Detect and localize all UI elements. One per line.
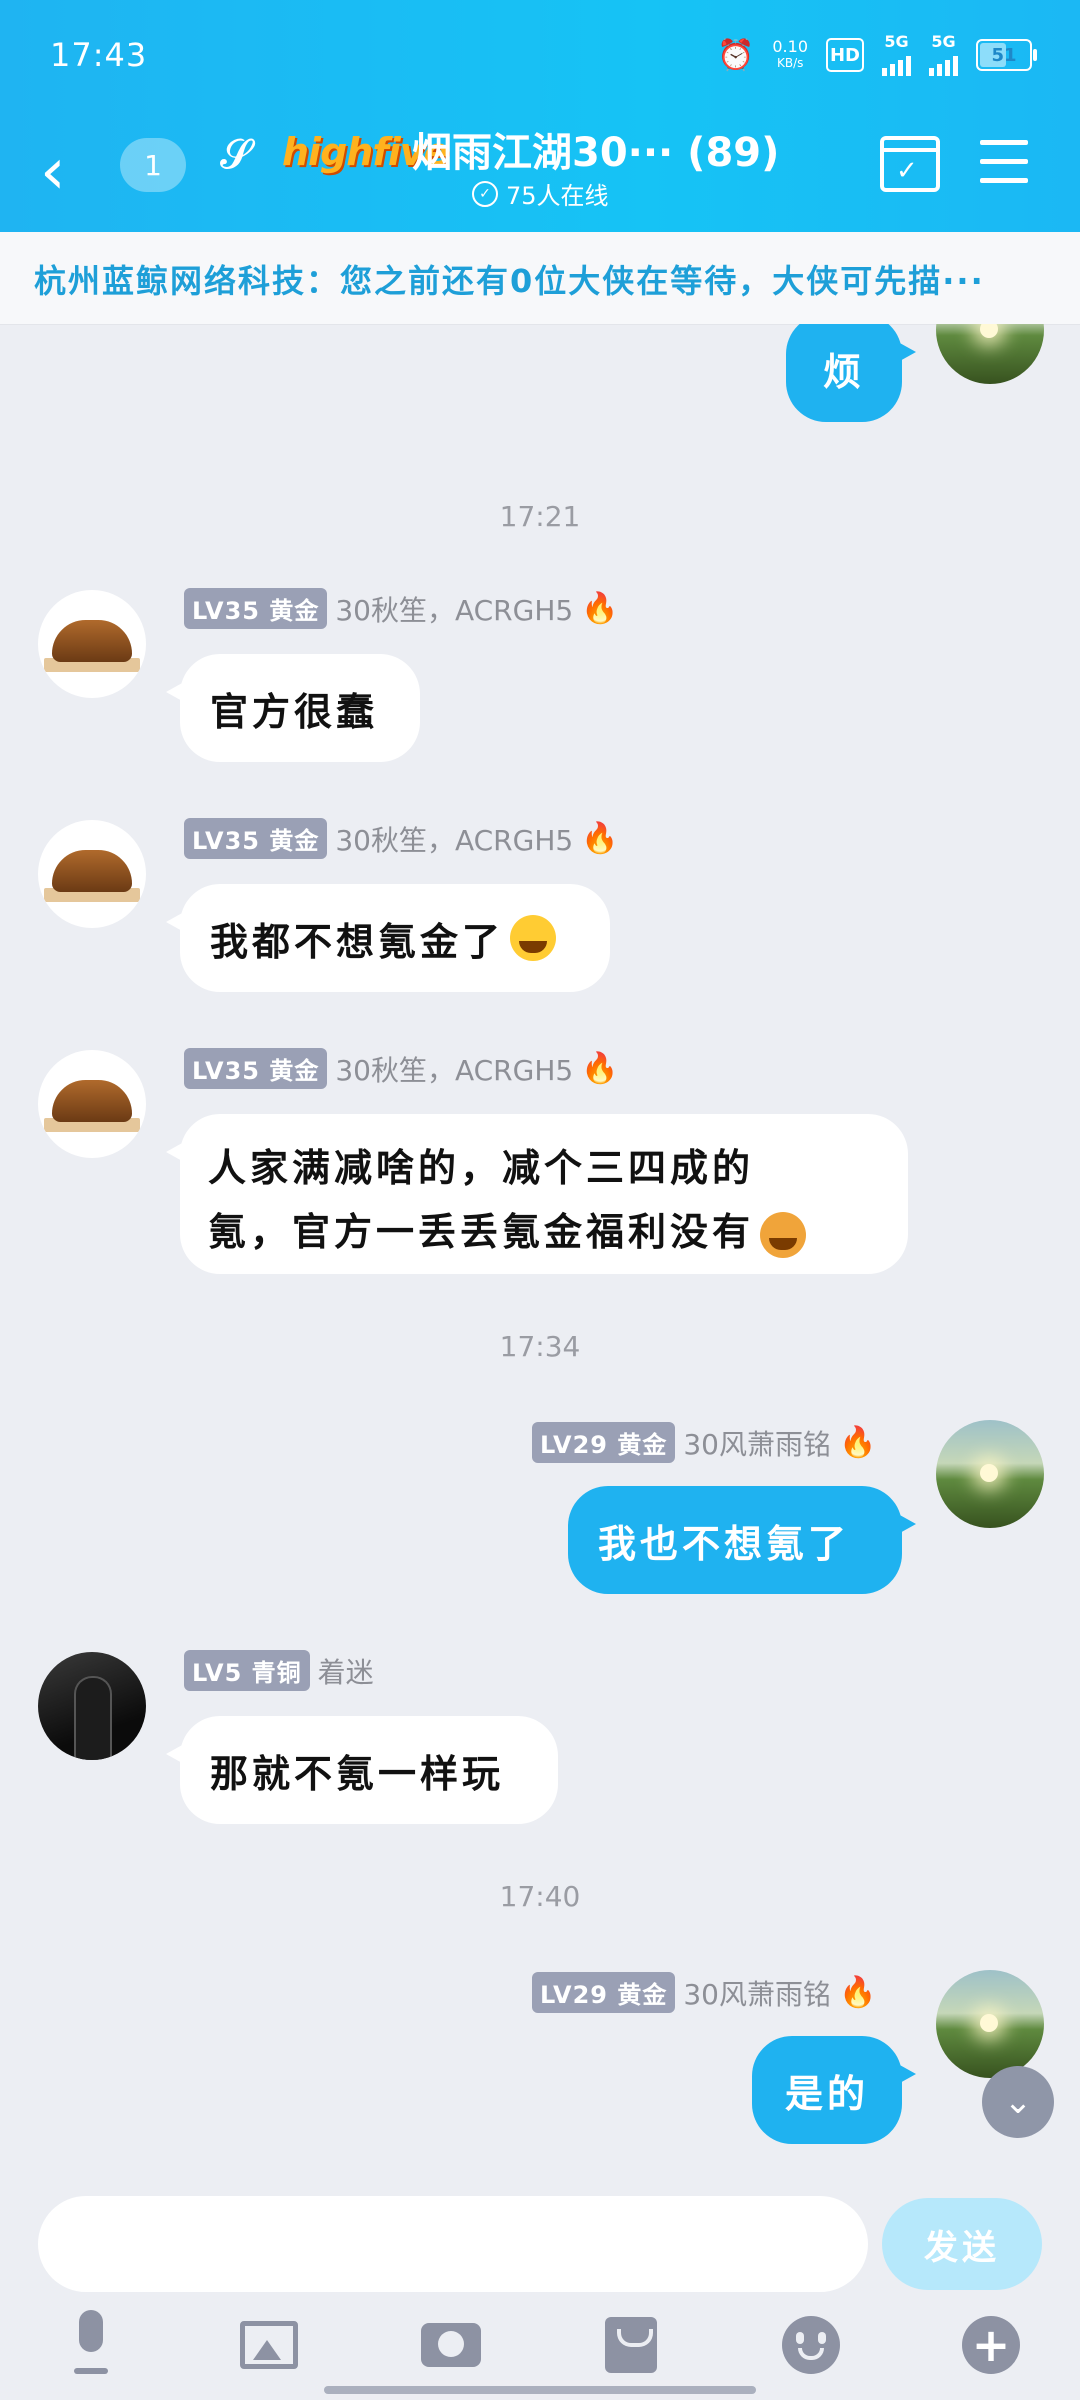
home-indicator[interactable] (324, 2386, 756, 2394)
hd-icon: HD (826, 38, 864, 72)
header: 17:43 ⏰ 0.10 KB/s HD 5G 5G 51 ‹ 1 𝓢 high… (0, 0, 1080, 232)
message-bubble[interactable]: 官方很蠢 (166, 654, 420, 762)
back-icon[interactable]: ‹ (40, 140, 84, 212)
message-bubble[interactable]: 人家满减啥的，减个三四成的 氪，官方一丢丢氪金福利没有 (166, 1114, 908, 1274)
fire-icon: 🔥 (581, 821, 619, 856)
message-bubble[interactable]: 我也不想氪了 (568, 1486, 916, 1594)
fire-icon: 🔥 (581, 1051, 619, 1086)
status-icons: ⏰ 0.10 KB/s HD 5G 5G 51 (717, 34, 1037, 76)
battery-level: 51 (991, 44, 1017, 66)
sender-name[interactable]: 30风萧雨铭 (683, 1973, 831, 2013)
net1-label: 5G (884, 32, 909, 51)
online-status: ✓ 75人在线 (472, 176, 609, 211)
calendar-check-icon[interactable]: ✓ (880, 136, 940, 192)
sender-name[interactable]: 着迷 (318, 1651, 374, 1691)
timestamp: 17:40 (499, 1880, 581, 1913)
ear-icon[interactable]: 𝓢 (220, 132, 251, 178)
sender-info: LV35 黄金 30秋笙，ACRGH5 🔥 (184, 1048, 619, 1089)
net2-label: 5G (931, 32, 956, 51)
message-text-line: 人家满减啥的，减个三四成的 (208, 1146, 755, 1190)
send-button[interactable]: 发送 (882, 2198, 1042, 2290)
input-toolbar: + (0, 2310, 1080, 2384)
message-input[interactable] (38, 2196, 868, 2292)
online-count: 75人在线 (506, 182, 609, 210)
alarm-icon: ⏰ (717, 37, 755, 73)
net-speed-unit: KB/s (776, 56, 804, 70)
avatar[interactable] (936, 324, 1044, 384)
mic-icon[interactable] (56, 2310, 126, 2380)
check-mark: ✓ (896, 156, 918, 186)
hamburger-icon[interactable] (980, 140, 1028, 197)
status-bar: 17:43 ⏰ 0.10 KB/s HD 5G 5G 51 (0, 0, 1080, 110)
network-5g-1: 5G (882, 34, 911, 76)
sender-info: LV35 黄金 30秋笙，ACRGH5 🔥 (184, 588, 619, 629)
fire-icon: 🔥 (838, 1975, 877, 2010)
dog-emoji-icon (760, 1211, 807, 1258)
timestamp: 17:34 (499, 1330, 581, 1363)
message-bubble[interactable]: 烦 (786, 324, 916, 422)
laugh-cry-emoji-icon (510, 915, 557, 961)
level-badge: LV35 黄金 (184, 818, 328, 859)
sender-info: LV35 黄金 30秋笙，ACRGH5 🔥 (184, 818, 619, 859)
camera-icon[interactable] (416, 2310, 486, 2380)
sender-name[interactable]: 30秋笙，ACRGH5 (335, 589, 573, 629)
level-badge: LV5 青铜 (184, 1650, 310, 1691)
status-time: 17:43 (50, 36, 148, 74)
level-badge: LV35 黄金 (184, 1048, 328, 1089)
battery-icon: 51 (976, 39, 1037, 71)
sender-info: LV5 青铜 着迷 (184, 1650, 374, 1691)
notice-text: 杭州蓝鲸网络科技：您之前还有0位大侠在等待，大侠可先描··· (34, 262, 985, 300)
net-speed: 0.10 KB/s (772, 39, 808, 71)
message-bubble[interactable]: 是的 (752, 2036, 916, 2144)
signal-icon (882, 50, 911, 76)
level-badge: LV35 黄金 (184, 588, 328, 629)
timestamp: 17:21 (499, 500, 581, 533)
nav-bar: ‹ 1 𝓢 highfive 烟雨江湖30··· (89) ✓ 75人在线 ✓ (0, 120, 1080, 230)
message-bubble[interactable]: 那就不氪一样玩 (166, 1716, 558, 1824)
group-notice[interactable]: 杭州蓝鲸网络科技：您之前还有0位大侠在等待，大侠可先描··· (0, 232, 1080, 325)
signal-icon (929, 50, 958, 76)
avatar[interactable] (38, 1652, 146, 1760)
check-circle-icon: ✓ (472, 180, 498, 207)
red-packet-icon[interactable] (596, 2310, 666, 2380)
avatar[interactable] (38, 1050, 146, 1158)
fire-icon: 🔥 (838, 1425, 877, 1460)
sender-info: LV29 黄金 30风萧雨铭 🔥 (532, 1972, 876, 2013)
sender-info: LV29 黄金 30风萧雨铭 🔥 (532, 1422, 876, 1463)
plus-icon[interactable]: + (956, 2310, 1026, 2380)
sender-name[interactable]: 30秋笙，ACRGH5 (335, 1049, 573, 1089)
level-badge: LV29 黄金 (532, 1422, 676, 1463)
avatar[interactable] (38, 820, 146, 928)
sender-name[interactable]: 30风萧雨铭 (683, 1423, 831, 1463)
avatar[interactable] (936, 1420, 1044, 1528)
network-5g-2: 5G (929, 34, 958, 76)
level-badge: LV29 黄金 (532, 1972, 676, 2013)
message-text: 我都不想氪金了 (210, 919, 505, 964)
message-text-line: 氪，官方一丢丢氪金福利没有 (208, 1210, 755, 1254)
chat-area[interactable]: 烦 17:21 LV35 黄金 30秋笙，ACRGH5 🔥 官方很蠢 LV35 … (0, 324, 1080, 2194)
image-icon[interactable] (234, 2310, 304, 2380)
emoji-icon[interactable] (776, 2310, 846, 2380)
sender-name[interactable]: 30秋笙，ACRGH5 (335, 819, 573, 859)
avatar[interactable] (38, 590, 146, 698)
group-title[interactable]: 烟雨江湖30··· (89) (412, 120, 779, 178)
chevron-down-icon: ⌄ (1003, 2082, 1033, 2122)
unread-badge[interactable]: 1 (120, 138, 186, 192)
scroll-to-bottom-button[interactable]: ⌄ (982, 2066, 1054, 2138)
avatar[interactable] (936, 1970, 1044, 2078)
fire-icon: 🔥 (581, 591, 619, 626)
net-speed-value: 0.10 (772, 37, 808, 56)
message-bubble[interactable]: 我都不想氪金了 (166, 884, 610, 992)
